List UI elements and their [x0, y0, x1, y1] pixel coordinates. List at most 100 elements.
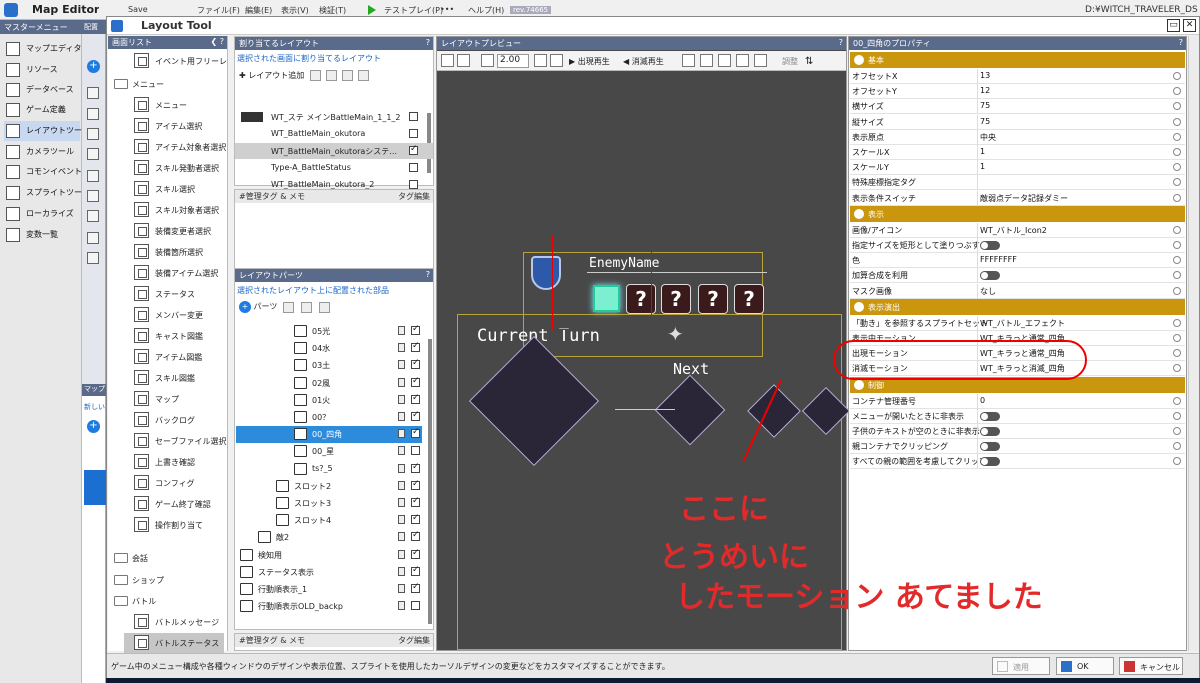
part-row[interactable]: 03土 [236, 357, 422, 374]
add-icon[interactable]: + [87, 60, 100, 73]
layout-row[interactable]: WT_BattleMain_okutoraシステ... [235, 143, 433, 159]
screen-item[interactable]: 装備箇所選択 [124, 242, 224, 263]
part-row[interactable]: ts?_5 [236, 461, 422, 478]
lock-icon[interactable] [398, 377, 405, 387]
visibility-checkbox[interactable] [411, 582, 420, 593]
lock-icon[interactable] [398, 584, 405, 593]
tool-icon[interactable] [736, 54, 749, 67]
part-row[interactable]: 04水 [236, 340, 422, 357]
lock-icon[interactable] [398, 360, 405, 370]
layout-checkbox[interactable] [409, 129, 418, 138]
add-part-button[interactable]: + パーツ [239, 301, 277, 313]
layout-row[interactable]: WT_BattleMain_okutora [235, 126, 433, 142]
edit-icon[interactable] [1173, 442, 1181, 451]
screen-item[interactable]: 装備アイテム選択 [124, 263, 224, 284]
lock-icon[interactable] [398, 480, 405, 490]
property-value[interactable]: 13 [980, 71, 990, 80]
property-row[interactable]: 色 FFFFFFFF [850, 253, 1185, 269]
property-row[interactable]: 横サイズ 75 [850, 99, 1185, 115]
part-row[interactable]: スロット2 [236, 478, 422, 495]
property-value[interactable]: 75 [980, 117, 990, 126]
toggle-switch[interactable] [980, 457, 1000, 467]
screen-item[interactable]: 装備変更者選択 [124, 221, 224, 242]
layout-checkbox[interactable] [409, 144, 418, 155]
apply-button[interactable]: 適用 [992, 657, 1050, 675]
master-item-sprite[interactable]: スプライトツール [4, 183, 90, 203]
property-row[interactable]: 「動き」を参照するスプライトセット WT_バトル_エフェクト [850, 315, 1185, 331]
tag-edit-button[interactable]: タグ編集 [398, 191, 430, 202]
menu-view[interactable]: 表示(V) [281, 5, 309, 16]
restore-button[interactable]: ▭ [1167, 19, 1180, 32]
part-row[interactable]: スロット3 [236, 495, 422, 512]
visibility-checkbox[interactable] [411, 341, 420, 353]
edit-icon[interactable] [1173, 132, 1181, 141]
lock-icon[interactable] [398, 343, 405, 353]
property-row[interactable]: すべての親の範囲を考慮してクリップ [850, 454, 1185, 470]
edit-icon[interactable] [1173, 148, 1181, 156]
edit-icon[interactable] [1173, 427, 1181, 435]
master-item-layout-tool[interactable]: レイアウトツール [4, 121, 90, 141]
screen-item[interactable]: バックログ [124, 410, 224, 431]
scrollbar[interactable] [428, 339, 432, 624]
edit-icon[interactable] [1173, 286, 1181, 295]
part-row[interactable]: 敵2 [236, 529, 422, 546]
lock-icon[interactable] [398, 498, 405, 507]
property-value[interactable]: FFFFFFFF [980, 255, 1017, 264]
part-row[interactable]: ステータス表示 [236, 564, 422, 581]
edit-icon[interactable] [1173, 334, 1181, 342]
edit-icon[interactable] [1173, 396, 1181, 405]
property-value[interactable]: 12 [980, 86, 990, 95]
property-value[interactable]: なし [980, 286, 996, 297]
layout-row[interactable]: WT_ステ メインBattleMain_1_1_2 [235, 109, 433, 125]
property-row[interactable]: 親コンテナでクリッピング [850, 439, 1185, 455]
property-row[interactable]: スケールY 1 [850, 160, 1185, 176]
category-battle[interactable]: バトル [110, 591, 226, 611]
zoom-input[interactable]: 2.00 [497, 54, 529, 68]
category-menu[interactable]: メニュー [110, 74, 226, 94]
copy-icon[interactable] [310, 70, 321, 81]
lock-icon[interactable] [398, 326, 405, 335]
lock-icon[interactable] [398, 566, 405, 576]
lock-icon[interactable] [398, 549, 405, 559]
tag-edit-button[interactable]: タグ編集 [398, 635, 430, 646]
part-row[interactable]: 検知用 [236, 547, 422, 564]
lock-icon[interactable] [398, 412, 405, 421]
visibility-checkbox[interactable] [411, 446, 420, 456]
menu-verify[interactable]: 検証(T) [319, 5, 346, 16]
toggle-switch[interactable] [980, 241, 1000, 250]
visibility-checkbox[interactable] [411, 479, 420, 490]
spin-icon[interactable] [534, 54, 547, 67]
menu-more[interactable]: ••• [440, 5, 454, 14]
part-row[interactable]: 行動順表示OLD_backp [236, 598, 422, 615]
section-2-header[interactable]: 表示演出 [850, 298, 1185, 315]
property-row[interactable]: オフセットX 13 [850, 69, 1185, 84]
part-row[interactable]: 02風 [236, 375, 422, 392]
category-shop[interactable]: ショップ [110, 570, 226, 590]
play-appear-button[interactable]: ▶ 出現再生 [569, 56, 610, 67]
master-item-variables[interactable]: 変数一覧 [4, 225, 80, 245]
redo-icon[interactable] [457, 54, 470, 67]
part-row[interactable]: 行動順表示_1 [236, 581, 422, 598]
lock-icon[interactable] [398, 601, 405, 611]
cancel-button[interactable]: キャンセル [1119, 657, 1183, 675]
part-row[interactable]: スロット4 [236, 512, 422, 529]
visibility-checkbox[interactable] [411, 410, 420, 421]
layout-row[interactable]: Type-A_BattleStatus [235, 160, 433, 176]
visibility-checkbox[interactable] [411, 565, 420, 576]
layer-icon[interactable] [87, 108, 99, 120]
layer-icon[interactable] [87, 190, 99, 202]
edit-icon[interactable] [1173, 271, 1181, 280]
screen-item[interactable]: スキル選択 [124, 179, 224, 200]
toggle-switch[interactable] [980, 411, 1000, 421]
edit-icon[interactable] [1173, 178, 1181, 187]
layer-icon[interactable] [87, 128, 99, 140]
property-value[interactable]: 0 [980, 396, 985, 405]
property-row[interactable]: メニューが開いたときに非表示 [850, 408, 1185, 424]
screen-item[interactable]: メニュー [124, 95, 224, 116]
screen-item[interactable]: ステータス [124, 284, 224, 305]
section-0-header[interactable]: 基本 [850, 52, 1185, 68]
fit-icon[interactable] [481, 54, 494, 67]
screen-item[interactable]: キャスト図鑑 [124, 326, 224, 347]
lock-icon[interactable] [87, 87, 99, 99]
layer-icon[interactable] [87, 148, 99, 160]
